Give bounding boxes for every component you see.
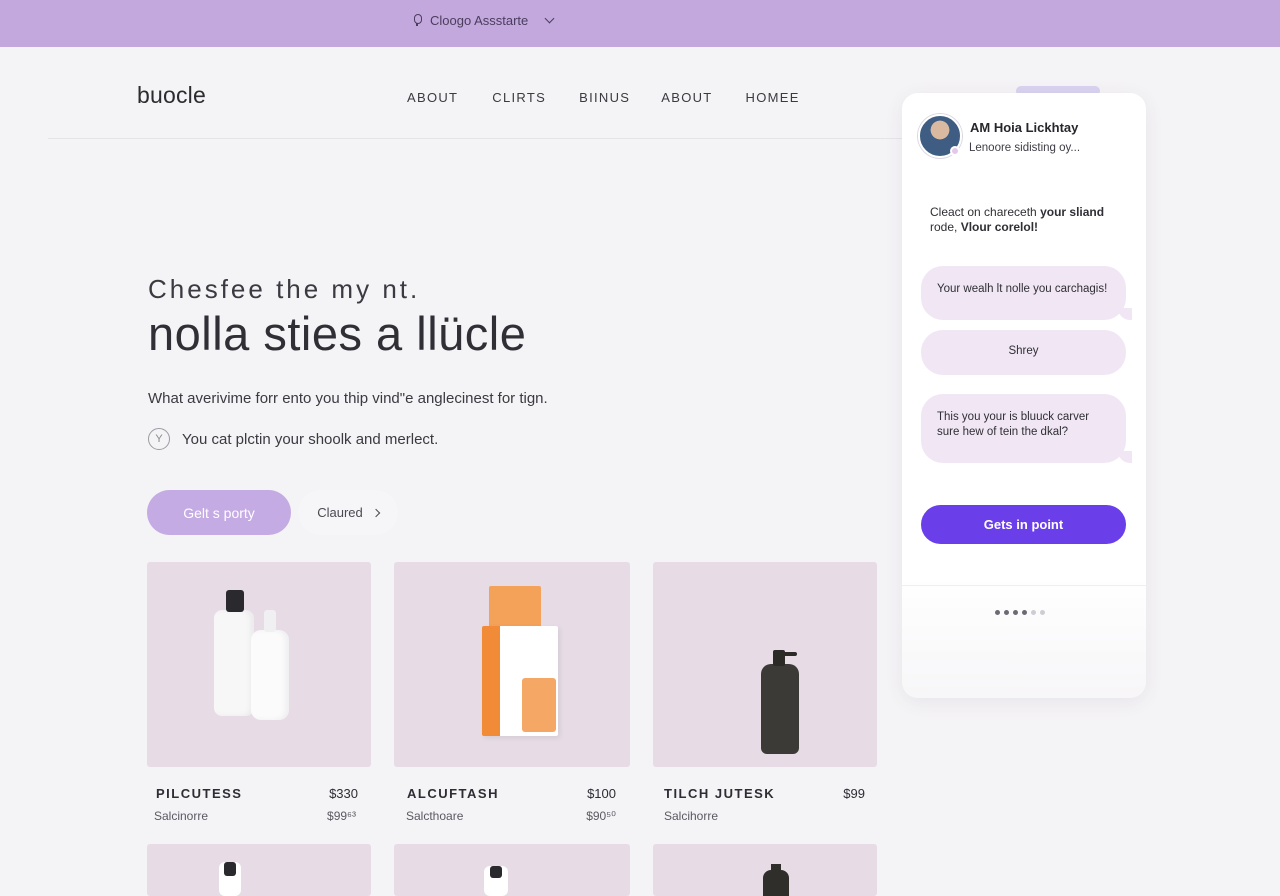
product-brand: Salcihorre — [664, 809, 719, 823]
nav-item-clirts[interactable]: CLIRTS — [483, 88, 555, 107]
pager-dot[interactable] — [1004, 610, 1009, 615]
nav-item-biinus[interactable]: BIINUS — [570, 88, 639, 107]
pump-nozzle-shape — [779, 652, 797, 656]
hero-feature-text: You cat plctin your shoolk and merlect. — [182, 430, 439, 448]
secondary-button-label: Claured — [317, 505, 363, 520]
check-circle-icon: Y — [148, 428, 170, 450]
nav-item-about[interactable]: ABOUT — [398, 88, 467, 107]
pager-dot[interactable] — [1013, 610, 1018, 615]
secondary-button[interactable]: Claured — [298, 490, 398, 535]
bottle-shape — [214, 610, 254, 716]
get-started-button[interactable]: Gelt s porty — [147, 490, 291, 535]
product-name[interactable]: ALCUFTASH — [407, 786, 499, 801]
hero-feature: Y You cat plctin your shoolk and merlect… — [148, 428, 438, 450]
avatar-status-dot — [950, 146, 960, 156]
pager-dot[interactable] — [1022, 610, 1027, 615]
chat-intro-text: Cleact on chareceth — [930, 205, 1041, 219]
product-old-price: $99⁶³ — [327, 809, 356, 823]
assistant-selector[interactable]: Cloogo Assstarte — [404, 8, 561, 32]
product-image-5[interactable] — [394, 844, 630, 896]
product-name[interactable]: PILCUTESS — [156, 786, 242, 801]
chat-intro-message: Cleact on chareceth your sliand rode, Vl… — [930, 205, 1120, 235]
product-image-2[interactable] — [394, 562, 630, 767]
product-image-1[interactable] — [147, 562, 371, 767]
pager-dot[interactable] — [1040, 610, 1045, 615]
chat-agent-status: Lenoore sidisting oy... — [969, 142, 1081, 154]
chat-divider — [902, 585, 1146, 586]
bottle-shape — [761, 664, 799, 754]
chat-intro-text-2: rode, — [930, 220, 961, 234]
bottle-cap-shape — [226, 590, 244, 612]
chat-intro-bold: your sliand — [1040, 205, 1105, 219]
product-old-price: $90⁵⁰ — [586, 809, 616, 823]
chevron-right-icon — [371, 508, 381, 517]
bottle-shape — [251, 630, 289, 720]
nav-item-about-2[interactable]: ABOUT — [652, 88, 721, 107]
chat-intro-bold-2: Vlour corelol! — [960, 220, 1039, 234]
assistant-topbar: Cloogo Assstarte — [0, 0, 1280, 47]
product-price: $100 — [587, 786, 616, 801]
product-image-3[interactable] — [653, 562, 877, 767]
chat-cta-button[interactable]: Gets in point — [921, 505, 1126, 544]
chevron-down-icon — [544, 13, 555, 23]
product-name[interactable]: TILCH JUTESK — [664, 786, 775, 801]
product-image-6[interactable] — [653, 844, 877, 896]
microphone-icon — [412, 14, 422, 26]
hero-title: nolla sties a llücle — [148, 307, 527, 360]
hero-kicker: Chesfee the my nt. — [148, 274, 421, 304]
bottle-cap-shape — [490, 866, 502, 878]
product-brand: Salcthoare — [406, 809, 464, 823]
bottle-cap-shape — [224, 862, 236, 876]
nav-item-home[interactable]: HOMEE — [737, 88, 809, 107]
chat-agent-name: AM Hoia Lickhtay — [970, 120, 1079, 135]
product-brand: Salcinorre — [154, 809, 209, 823]
product-image-4[interactable] — [147, 844, 371, 896]
product-price: $330 — [329, 786, 358, 801]
assistant-label: Cloogo Assstarte — [430, 12, 529, 28]
chat-panel: AM Hoia Lickhtay Lenoore sidisting oy...… — [902, 93, 1146, 698]
pager-dot[interactable] — [995, 610, 1000, 615]
hero-subtitle: What averivime forr ento you thip vind"e… — [148, 390, 548, 407]
chat-bubble[interactable]: Shrey — [921, 330, 1126, 375]
site-logo[interactable]: buocle — [137, 82, 206, 109]
pager-dots[interactable] — [995, 610, 1045, 615]
bottle-shape — [763, 870, 789, 896]
product-price: $99 — [843, 786, 865, 801]
pump-shape — [771, 864, 781, 872]
pager-dot[interactable] — [1031, 610, 1036, 615]
main-nav: ABOUT CLIRTS BIINUS ABOUT HOMEE — [398, 88, 842, 107]
chat-bubble[interactable]: Your wealh lt nolle you carchagis! — [921, 266, 1132, 320]
pump-shape — [264, 610, 276, 632]
chat-bubble[interactable]: This you your is bluuck carver sure hew … — [921, 394, 1132, 463]
box-panel-shape — [522, 678, 556, 732]
